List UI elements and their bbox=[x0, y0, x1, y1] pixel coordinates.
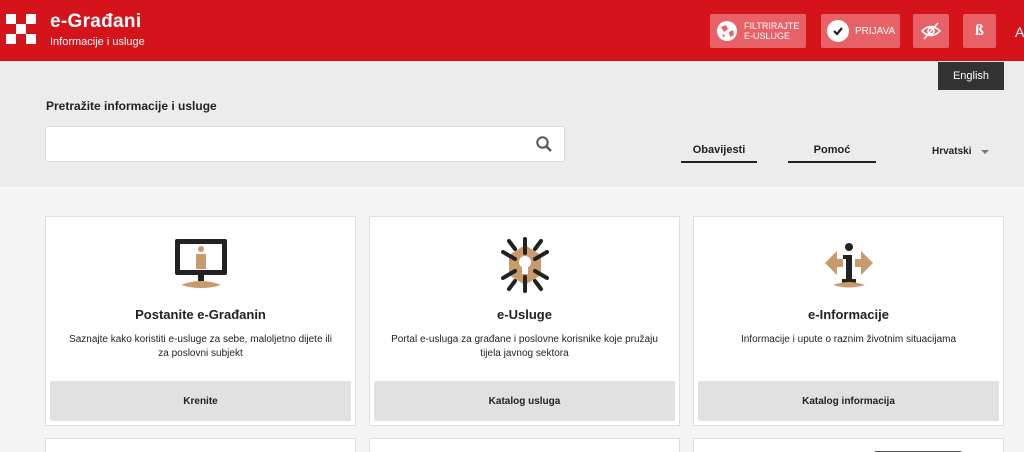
language-select[interactable]: Hrvatski bbox=[932, 146, 990, 157]
eye-off-icon bbox=[920, 22, 942, 40]
search-section bbox=[0, 61, 1024, 187]
filter-label-line2: E-USLUGE bbox=[744, 31, 791, 41]
info-arrows-icon bbox=[824, 243, 873, 288]
card-title: e-Informacije bbox=[808, 307, 889, 322]
katalog-informacija-button[interactable]: Katalog informacija bbox=[698, 381, 999, 421]
search-title: Pretražite informacije i usluge bbox=[46, 99, 217, 113]
person-screen-icon bbox=[174, 239, 227, 288]
english-language-button[interactable]: English bbox=[938, 62, 1004, 90]
card-row2-left bbox=[45, 438, 356, 452]
login-label: PRIJAVA bbox=[855, 25, 896, 37]
font-toggle-button[interactable]: ß bbox=[963, 14, 996, 48]
accessibility-a-button[interactable]: A bbox=[1015, 24, 1024, 40]
globe-filter-icon bbox=[717, 21, 737, 41]
card-e-usluge: e-Usluge Portal e-usluga za građane i po… bbox=[369, 216, 680, 426]
filter-label-line1: FILTRIRAJTE bbox=[744, 21, 800, 31]
check-icon bbox=[827, 20, 849, 42]
card-description: Saznajte kako koristiti e-usluge za sebe… bbox=[69, 334, 332, 359]
login-button[interactable]: PRIJAVA bbox=[821, 14, 900, 48]
search-input[interactable] bbox=[45, 126, 565, 162]
card-row2-middle bbox=[369, 438, 680, 452]
checkerboard-logo-icon[interactable] bbox=[6, 14, 36, 44]
card-row2-right bbox=[693, 438, 1004, 452]
font-toggle-label: ß bbox=[975, 22, 984, 39]
card-title: Postanite e-Građanin bbox=[135, 307, 266, 322]
card-title: e-Usluge bbox=[497, 307, 552, 322]
card-description: Informacije i upute o raznim životnim si… bbox=[740, 334, 957, 345]
keyhole-star-icon bbox=[500, 237, 549, 293]
tab-obavijesti[interactable]: Obavijesti bbox=[681, 144, 757, 163]
site-subtitle: Informacije i usluge bbox=[50, 36, 145, 48]
krenite-button[interactable]: Krenite bbox=[50, 381, 351, 421]
language-select-value: Hrvatski bbox=[932, 146, 972, 157]
top-header: e-Građani Informacije i usluge FILTRIRAJ… bbox=[0, 0, 1024, 61]
visibility-toggle-button[interactable] bbox=[913, 14, 949, 48]
search-icon[interactable] bbox=[535, 135, 553, 153]
card-postanite-egradjanin: Postanite e-Građanin Saznajte kako koris… bbox=[45, 216, 356, 426]
card-e-informacije: e-Informacije Informacije i upute o razn… bbox=[693, 216, 1004, 426]
katalog-usluga-button[interactable]: Katalog usluga bbox=[374, 381, 675, 421]
chevron-down-icon bbox=[981, 149, 990, 154]
site-title[interactable]: e-Građani bbox=[50, 11, 141, 33]
card-description: Portal e-usluga za građane i poslovne ko… bbox=[391, 334, 658, 359]
filter-eservices-button[interactable]: FILTRIRAJTE E-USLUGE bbox=[710, 14, 806, 48]
tab-pomoc[interactable]: Pomoć bbox=[788, 144, 876, 163]
